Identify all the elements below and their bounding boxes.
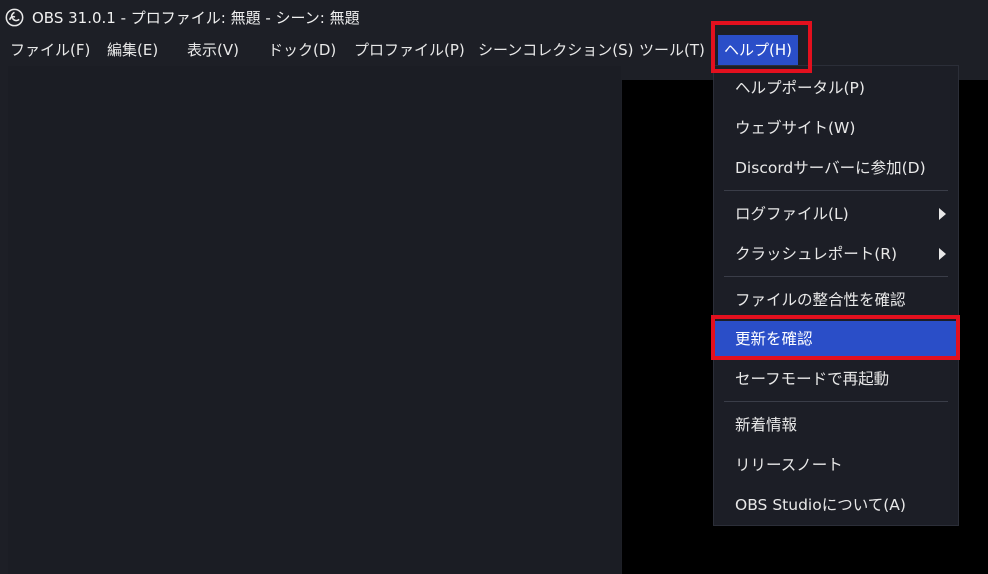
menu-item-label: ファイルの整合性を確認 [735, 291, 906, 309]
menu-separator [724, 401, 948, 402]
menu-item-label: 新着情報 [735, 416, 798, 434]
menu-item-check-updates[interactable]: 更新を確認 [714, 321, 958, 357]
menu-item-check-integrity[interactable]: ファイルの整合性を確認 [714, 282, 958, 318]
menu-item-crash-reports[interactable]: クラッシュレポート(R) [714, 236, 958, 272]
obs-logo-icon [5, 8, 24, 27]
menu-item-label: セーフモードで再起動 [735, 370, 890, 388]
menu-item-website[interactable]: ウェブサイト(W) [714, 110, 958, 146]
menu-item-help-portal[interactable]: ヘルプポータル(P) [714, 70, 958, 106]
menu-item-label: ウェブサイト(W) [735, 119, 856, 137]
help-menu-dropdown: ヘルプポータル(P) ウェブサイト(W) Discordサーバーに参加(D) ロ… [713, 65, 959, 526]
submenu-arrow-icon [939, 208, 946, 220]
menu-view[interactable]: 表示(V) [187, 35, 239, 65]
menu-item-whats-new[interactable]: 新着情報 [714, 407, 958, 443]
menu-item-release-notes[interactable]: リリースノート [714, 447, 958, 483]
obs-window: OBS 31.0.1 - プロファイル: 無題 - シーン: 無題 ファイル(F… [0, 0, 988, 574]
menu-item-log-files[interactable]: ログファイル(L) [714, 196, 958, 232]
menu-dock[interactable]: ドック(D) [268, 35, 336, 65]
menu-item-discord[interactable]: Discordサーバーに参加(D) [714, 150, 958, 186]
menu-file[interactable]: ファイル(F) [10, 35, 90, 65]
menu-edit[interactable]: 編集(E) [107, 35, 158, 65]
menu-item-label: クラッシュレポート(R) [735, 245, 898, 263]
menu-tools[interactable]: ツール(T) [639, 35, 705, 65]
menu-item-label: 更新を確認 [735, 330, 813, 348]
menu-item-about[interactable]: OBS Studioについて(A) [714, 487, 958, 523]
menu-item-label: Discordサーバーに参加(D) [735, 159, 926, 177]
menu-item-label: リリースノート [735, 456, 843, 474]
main-content-area [8, 66, 621, 574]
submenu-arrow-icon [939, 248, 946, 260]
menu-separator [724, 276, 948, 277]
title-bar: OBS 31.0.1 - プロファイル: 無題 - シーン: 無題 [0, 0, 988, 35]
menu-scene-collection[interactable]: シーンコレクション(S) [478, 35, 633, 65]
menu-help[interactable]: ヘルプ(H) [718, 35, 798, 65]
menu-bar: ファイル(F) 編集(E) 表示(V) ドック(D) プロファイル(P) シーン… [0, 35, 988, 65]
window-title: OBS 31.0.1 - プロファイル: 無題 - シーン: 無題 [32, 9, 360, 27]
menu-profile[interactable]: プロファイル(P) [354, 35, 465, 65]
menu-separator [724, 190, 948, 191]
menu-item-label: ヘルプポータル(P) [735, 79, 865, 97]
menu-item-safe-mode-restart[interactable]: セーフモードで再起動 [714, 361, 958, 397]
menu-item-label: OBS Studioについて(A) [735, 496, 906, 514]
menu-item-label: ログファイル(L) [735, 205, 849, 223]
